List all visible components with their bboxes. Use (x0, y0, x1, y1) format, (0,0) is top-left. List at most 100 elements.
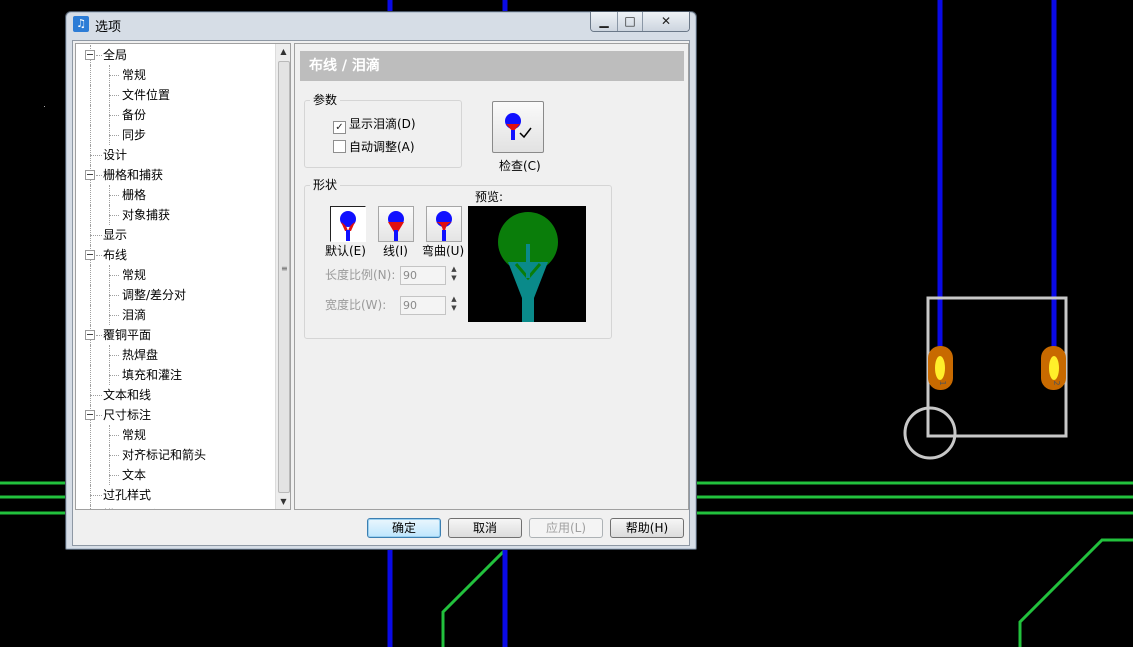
options-dialog: ♫ 选项 ▁ □ ✕ 全局 常规 文件位置 备份 同步 设计 栅格和捕获 栅格 对象捕获 显示 布线… (65, 11, 697, 550)
shape-group-title: 形状 (310, 178, 341, 192)
tree-item[interactable]: 常规 (122, 425, 146, 445)
length-ratio-input[interactable]: 90 (400, 266, 446, 285)
width-ratio-spin-icon[interactable]: ▲ ▼ (448, 295, 460, 314)
tree-line (109, 75, 119, 76)
check-button[interactable] (492, 101, 544, 153)
pad-1-drill (935, 356, 945, 380)
tree-item[interactable]: 填充和灌注 (122, 365, 182, 385)
width-ratio-input[interactable]: 90 (400, 296, 446, 315)
maximize-button[interactable]: □ (617, 12, 642, 31)
width-ratio-label: 宽度比(W): (325, 298, 387, 312)
tree-line (90, 425, 91, 445)
title-bar[interactable]: ♫ 选项 ▁ □ ✕ (66, 12, 696, 36)
tree-scrollbar[interactable]: ▲ ≡ ▼ (275, 44, 290, 509)
teardrop-curve-icon (436, 211, 452, 241)
tree-item[interactable]: 过孔样式 (103, 485, 151, 505)
ok-button[interactable]: 确定 (367, 518, 441, 538)
collapse-icon[interactable] (85, 170, 95, 180)
tree-line (90, 235, 102, 236)
collapse-icon[interactable] (85, 410, 95, 420)
collapse-icon[interactable] (85, 250, 95, 260)
tree-line (109, 215, 119, 216)
scroll-up-arrow-icon[interactable]: ▲ (276, 44, 290, 59)
close-button[interactable]: ✕ (642, 12, 689, 31)
tree-line (90, 305, 91, 325)
tree-item[interactable]: 覆铜平面 (103, 325, 151, 345)
green-trace (441, 541, 695, 647)
tree-line (109, 475, 119, 476)
show-teardrops-label: 显示泪滴(D) (349, 117, 416, 131)
tree-line (90, 505, 91, 509)
tree-line (96, 335, 102, 336)
tree-items: 全局 常规 文件位置 备份 同步 设计 栅格和捕获 栅格 对象捕获 显示 布线 常规 调整/差分对 泪滴覆… (76, 44, 273, 509)
tree-item[interactable]: 文本 (122, 465, 146, 485)
cancel-button[interactable]: 取消 (448, 518, 522, 538)
help-button[interactable]: 帮助(H) (610, 518, 684, 538)
canvas-dot (44, 106, 45, 107)
shape-default-button[interactable] (330, 206, 366, 242)
tree-item[interactable]: 全局 (103, 45, 127, 65)
collapse-icon[interactable] (85, 50, 95, 60)
tree-line (90, 285, 91, 305)
length-ratio-label: 长度比例(N): (325, 268, 396, 282)
tree-line (96, 415, 102, 416)
tree-line (109, 455, 119, 456)
dialog-body: 全局 常规 文件位置 备份 同步 设计 栅格和捕获 栅格 对象捕获 显示 布线 常规 调整/差分对 泪滴覆… (72, 40, 690, 546)
tree-item[interactable]: 栅格和捕获 (103, 165, 163, 185)
tree-item[interactable]: 常规 (122, 265, 146, 285)
collapse-icon[interactable] (85, 330, 95, 340)
tree-line (109, 275, 119, 276)
teardrop-preview (468, 206, 586, 322)
tree-line (109, 435, 119, 436)
apply-button[interactable]: 应用(L) (529, 518, 603, 538)
pad-1-label: 1 (938, 380, 947, 385)
tree-item[interactable]: 尺寸标注 (103, 405, 151, 425)
minimize-button[interactable]: ▁ (591, 12, 617, 31)
tree-line (109, 135, 119, 136)
shape-line-label: 线(I) (383, 244, 408, 258)
auto-adjust-label: 自动调整(A) (349, 140, 415, 154)
teardrop-line-icon (388, 211, 404, 241)
tree-item[interactable]: 对象捕获 (122, 205, 170, 225)
tree-item-selected[interactable]: 泪滴 (122, 305, 147, 325)
tree-item[interactable]: 文本和线 (103, 385, 151, 405)
tree-line (90, 105, 91, 125)
params-group-title: 参数 (310, 93, 341, 107)
tree-line (90, 365, 91, 385)
tree-line (96, 255, 102, 256)
tree-item[interactable]: 模具元器件 (103, 505, 163, 509)
tree-line (90, 155, 102, 156)
show-teardrops-checkbox[interactable]: ✓ 显示泪滴(D) (333, 116, 416, 134)
check-button-label: 检查(C) (499, 159, 541, 173)
tree-line (109, 195, 119, 196)
pad-2-drill (1049, 356, 1059, 380)
tree-line (109, 355, 119, 356)
scroll-down-arrow-icon[interactable]: ▼ (276, 494, 290, 509)
shape-curve-button[interactable] (426, 206, 462, 242)
shape-curve-label: 弯曲(U) (422, 244, 465, 258)
tree-line (109, 295, 119, 296)
shape-line-button[interactable] (378, 206, 414, 242)
auto-adjust-checkbox[interactable]: 自动调整(A) (333, 139, 415, 155)
tree-item[interactable]: 对齐标记和箭头 (122, 445, 206, 465)
tree-line (90, 65, 91, 85)
length-ratio-spin-icon[interactable]: ▲ ▼ (448, 265, 460, 284)
tree-line (90, 265, 91, 285)
tree-line (96, 175, 102, 176)
tree-item[interactable]: 调整/差分对 (122, 285, 186, 305)
tree-item[interactable]: 栅格 (122, 185, 146, 205)
scroll-thumb[interactable]: ≡ (278, 61, 290, 493)
tree-item[interactable]: 热焊盘 (122, 345, 158, 365)
tree-line (90, 185, 91, 205)
tree-item[interactable]: 显示 (103, 225, 127, 245)
tree-line (109, 375, 119, 376)
preview-label: 预览: (475, 190, 504, 204)
tree-item[interactable]: 文件位置 (122, 85, 170, 105)
tree-item[interactable]: 同步 (122, 125, 146, 145)
tree-item[interactable]: 布线 (103, 245, 127, 265)
tree-item[interactable]: 常规 (122, 65, 146, 85)
tree-item[interactable]: 设计 (103, 145, 127, 165)
tree-line (90, 205, 91, 225)
app-icon: ♫ (73, 16, 89, 32)
tree-item[interactable]: 备份 (122, 105, 146, 125)
